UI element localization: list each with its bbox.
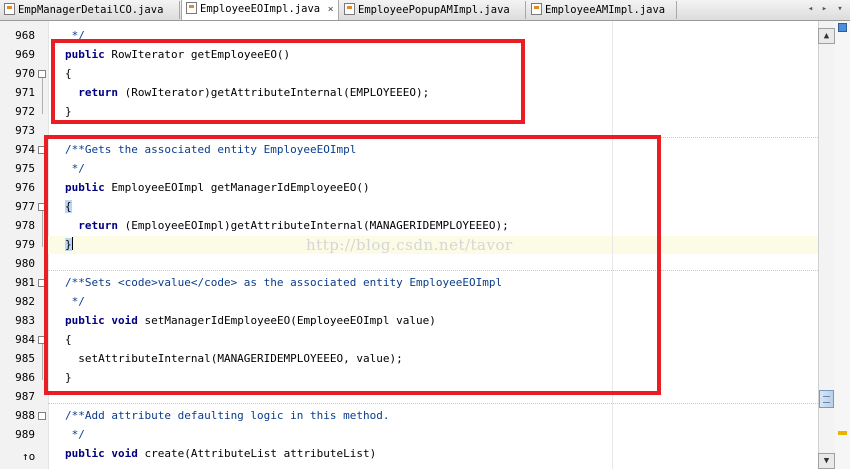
line-number: 980 (15, 257, 35, 270)
status-indicator-icon (838, 23, 847, 32)
method-separator (48, 403, 818, 404)
chevron-right-icon[interactable]: ▸ (819, 3, 830, 16)
code-line[interactable]: /**Add attribute defaulting logic in thi… (65, 406, 390, 425)
line-number: 972 (15, 105, 35, 118)
tab-employeepopupamimpl[interactable]: EmployeePopupAMImpl.java (340, 1, 526, 19)
warning-marker[interactable] (838, 431, 847, 435)
tab-label: EmployeePopupAMImpl.java (358, 4, 510, 16)
line-number: 968 (15, 29, 35, 42)
java-file-icon (186, 2, 197, 14)
chevron-left-icon[interactable]: ◂ (805, 3, 816, 16)
tab-employeeeoimpl[interactable]: EmployeeEOImpl.java × (181, 0, 339, 20)
fold-guide (42, 211, 43, 247)
line-number: 970 (15, 67, 35, 80)
scroll-down-button[interactable]: ▼ (818, 453, 835, 469)
java-file-icon (4, 3, 15, 15)
line-number: 986 (15, 371, 35, 384)
line-number: 975 (15, 162, 35, 175)
line-number: 989 (15, 428, 35, 441)
fold-guide (42, 344, 43, 380)
line-number: 987 (15, 390, 35, 403)
chevron-down-icon[interactable]: ▾ (834, 3, 846, 16)
tab-empmanagerdetailco[interactable]: EmpManagerDetailCO.java (0, 1, 180, 19)
tab-label: EmpManagerDetailCO.java (18, 4, 164, 16)
highlight-box-getter (51, 39, 525, 124)
override-up-arrow-icon[interactable]: ↑o (22, 450, 35, 463)
line-number: 979 (15, 238, 35, 251)
tab-label: EmployeeEOImpl.java (200, 3, 321, 15)
line-number: 978 (15, 219, 35, 232)
line-number: 982 (15, 295, 35, 308)
fold-icon[interactable] (38, 412, 46, 420)
tab-employeeamimpl[interactable]: EmployeeAMImpl.java (527, 1, 677, 19)
line-number: 985 (15, 352, 35, 365)
line-number: 977 (15, 200, 35, 213)
line-number: 981 (15, 276, 35, 289)
code-line[interactable]: public void create(AttributeList attribu… (65, 444, 376, 463)
error-marker-column (835, 21, 850, 469)
highlight-box-manager-accessors (44, 135, 661, 395)
line-number: 974 (15, 143, 35, 156)
line-number: 984 (15, 333, 35, 346)
keyword-token: void (111, 447, 138, 460)
java-file-icon (531, 3, 542, 15)
java-file-icon (344, 3, 355, 15)
editor-tab-bar: EmpManagerDetailCO.java EmployeeEOImpl.j… (0, 0, 850, 21)
line-number: 971 (15, 86, 35, 99)
scroll-up-button[interactable]: ▲ (818, 28, 835, 44)
line-number: 976 (15, 181, 35, 194)
line-number: 969 (15, 48, 35, 61)
line-number: 983 (15, 314, 35, 327)
fold-guide (42, 78, 43, 114)
scroll-thumb[interactable] (819, 390, 834, 408)
line-number: 973 (15, 124, 35, 137)
code-line[interactable]: */ (65, 425, 85, 444)
fold-icon[interactable] (38, 70, 46, 78)
line-number: 988 (15, 409, 35, 422)
keyword-token: public (65, 447, 105, 460)
tab-label: EmployeeAMImpl.java (545, 4, 666, 16)
close-icon[interactable]: × (325, 1, 336, 19)
